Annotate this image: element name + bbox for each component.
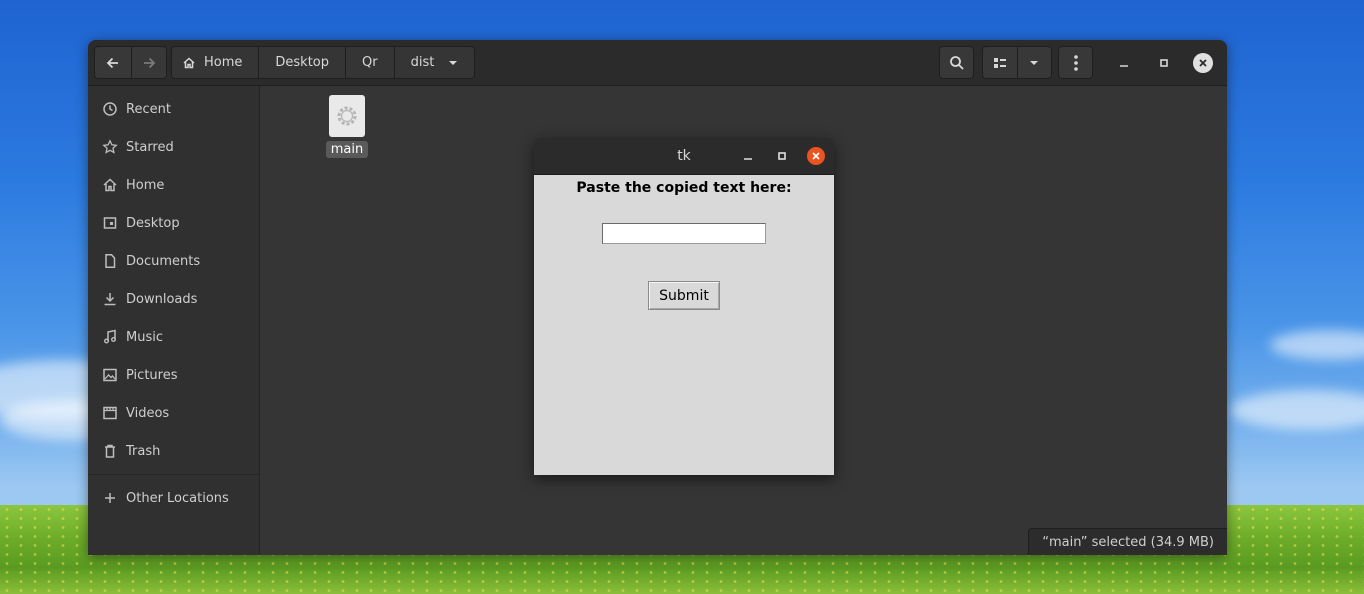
navigation-buttons — [94, 46, 167, 79]
dialog-title-bar[interactable]: tk — [534, 138, 834, 175]
submit-button[interactable]: Submit — [648, 281, 720, 310]
document-icon — [105, 254, 116, 268]
music-note-icon — [104, 329, 116, 344]
status-bar: “main” selected (34.9 MB) — [1028, 528, 1227, 555]
path-crumb-label: Qr — [362, 55, 378, 70]
sidebar-item-downloads[interactable]: Downloads — [88, 282, 259, 316]
maximize-icon — [778, 152, 786, 160]
sidebar-item-label: Downloads — [126, 291, 198, 307]
sidebar-item-label: Recent — [126, 101, 171, 117]
list-view-button[interactable] — [983, 47, 1017, 78]
search-icon — [949, 55, 964, 70]
sidebar-item-label: Documents — [126, 253, 201, 269]
close-icon — [1199, 59, 1207, 67]
sidebar-item-other-locations[interactable]: Other Locations — [88, 481, 259, 515]
sidebar-item-recent[interactable]: Recent — [88, 92, 259, 126]
sidebar-item-label: Pictures — [126, 367, 178, 383]
kebab-menu-icon — [1073, 54, 1078, 71]
file-name: main — [325, 141, 369, 158]
path-bar: Home Desktop Qr dist — [171, 46, 476, 79]
plus-icon — [105, 493, 115, 503]
desktop-folder-icon — [103, 217, 117, 229]
sidebar-item-label: Music — [126, 329, 163, 345]
dialog-body: Paste the copied text here: Submit — [534, 175, 834, 475]
path-crumb-dist[interactable]: dist — [395, 47, 475, 78]
minimize-icon — [744, 158, 752, 160]
chevron-down-icon — [1030, 60, 1039, 65]
picture-icon — [103, 368, 117, 382]
maximize-icon — [1160, 59, 1168, 67]
path-crumb-label: Desktop — [275, 55, 330, 70]
sidebar-item-pictures[interactable]: Pictures — [88, 358, 259, 392]
dialog-minimize-button[interactable] — [739, 147, 757, 165]
sidebar-item-label: Videos — [126, 405, 170, 421]
sidebar-item-music[interactable]: Music — [88, 320, 259, 354]
list-view-icon — [993, 57, 1006, 68]
sidebar-item-starred[interactable]: Starred — [88, 130, 259, 164]
home-icon — [103, 178, 117, 192]
path-crumb-label: dist — [410, 55, 435, 70]
arrow-left-icon — [106, 57, 118, 68]
minimize-icon — [1120, 65, 1128, 67]
maximize-button[interactable] — [1154, 53, 1174, 73]
path-crumb-home[interactable]: Home — [172, 47, 260, 78]
close-icon — [812, 152, 820, 160]
dialog-close-button[interactable] — [807, 147, 825, 165]
submit-button-label: Submit — [659, 287, 709, 304]
clock-icon — [103, 102, 117, 116]
sidebar-item-trash[interactable]: Trash — [88, 434, 259, 468]
close-button[interactable] — [1193, 53, 1213, 73]
sidebar-item-label: Home — [126, 177, 165, 193]
star-icon — [102, 139, 118, 154]
arrow-right-icon — [143, 57, 156, 68]
trash-icon — [105, 444, 115, 458]
sidebar-item-label: Starred — [126, 139, 174, 155]
film-icon — [103, 406, 117, 420]
file-item-main[interactable]: main — [325, 95, 369, 158]
sidebar-item-label: Trash — [126, 443, 161, 459]
selection-status: “main” selected (34.9 MB) — [1042, 534, 1214, 550]
paste-text-input[interactable] — [602, 223, 766, 244]
view-buttons — [982, 46, 1052, 79]
sidebar-item-home[interactable]: Home — [88, 168, 259, 202]
sidebar-item-label: Other Locations — [126, 490, 229, 506]
view-options-button[interactable] — [1016, 47, 1051, 78]
executable-gear-icon — [329, 95, 365, 137]
sidebar-separator — [88, 474, 259, 475]
dialog-maximize-button[interactable] — [773, 147, 791, 165]
paste-prompt-label: Paste the copied text here: — [576, 180, 792, 196]
sidebar-item-label: Desktop — [126, 215, 180, 231]
path-crumb-desktop[interactable]: Desktop — [259, 47, 347, 78]
sidebar-item-documents[interactable]: Documents — [88, 244, 259, 278]
menu-button[interactable] — [1058, 46, 1093, 79]
header-bar: Home Desktop Qr dist — [88, 40, 1227, 86]
sidebar-item-videos[interactable]: Videos — [88, 396, 259, 430]
back-button[interactable] — [95, 47, 131, 78]
tk-dialog-window: tk Paste the copied text here: Submit — [534, 138, 834, 475]
download-icon — [104, 293, 116, 306]
path-crumb-label: Home — [204, 55, 243, 70]
sidebar: Recent Starred Home Desktop Documents Do… — [88, 86, 260, 555]
minimize-button[interactable] — [1114, 53, 1134, 73]
path-crumb-qr[interactable]: Qr — [346, 47, 395, 78]
home-icon — [183, 56, 195, 68]
sidebar-item-desktop[interactable]: Desktop — [88, 206, 259, 240]
forward-button[interactable] — [130, 47, 167, 78]
search-button[interactable] — [939, 46, 974, 79]
chevron-down-icon[interactable] — [442, 58, 464, 68]
